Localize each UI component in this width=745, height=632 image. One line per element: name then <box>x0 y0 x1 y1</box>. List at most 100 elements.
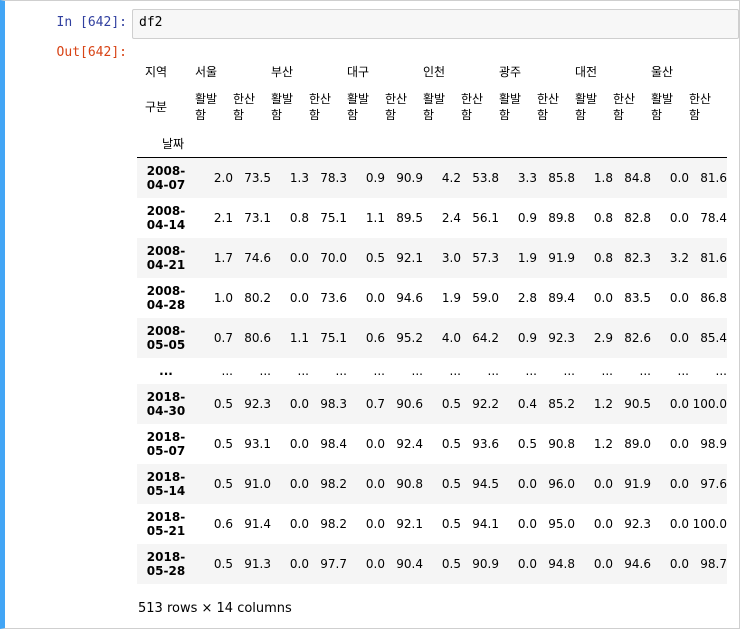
region-header: 인천 <box>423 64 446 79</box>
region-header: 부산 <box>271 64 294 79</box>
subcol-active-header-line2: 함 <box>499 108 511 122</box>
table-cell: 91.9 <box>548 250 575 265</box>
table-cell: 59.0 <box>472 290 499 305</box>
table-cell: 73.1 <box>244 210 271 225</box>
subcol-quiet-header-line1: 한산 <box>689 92 712 106</box>
table-cell: 70.0 <box>320 250 347 265</box>
subcol-active-header: 활발 함 <box>271 85 309 129</box>
table-cell: 0.5 <box>213 476 233 491</box>
table-cell: ... <box>677 363 689 378</box>
table-cell: 75.1 <box>320 210 347 225</box>
table-cell: 0.5 <box>441 476 461 491</box>
table-cell: 0.5 <box>517 436 537 451</box>
table-cell: ... <box>563 363 575 378</box>
table-cell: 93.1 <box>244 436 271 451</box>
table-cell: 0.0 <box>669 330 689 345</box>
table-cell: 0.0 <box>289 556 309 571</box>
table-cell: 0.0 <box>365 516 385 531</box>
header-row-index-name: 날짜 <box>137 129 727 158</box>
subcol-active-header-line2: 함 <box>347 108 359 122</box>
table-cell: 0.0 <box>365 436 385 451</box>
date-part: 2008- <box>146 203 186 218</box>
table-cell: 97.6 <box>700 476 727 491</box>
notebook-cell[interactable]: In [642]: df2 Out[642]: 지역 서울 부산 대구 인천 광주 대전 울… <box>0 0 740 629</box>
table-cell: 78.3 <box>320 170 347 185</box>
table-cell: 73.6 <box>320 290 347 305</box>
table-cell: 91.9 <box>624 476 651 491</box>
table-cell: 0.0 <box>669 476 689 491</box>
table-cell: 89.0 <box>624 436 651 451</box>
table-cell: 0.7 <box>213 330 233 345</box>
table-cell: 56.1 <box>472 210 499 225</box>
table-cell: 90.5 <box>624 396 651 411</box>
subcol-active-header-line2: 함 <box>575 108 587 122</box>
table-cell: 2.9 <box>593 330 613 345</box>
table-cell: ... <box>715 363 727 378</box>
table-cell: 90.4 <box>396 556 423 571</box>
table-cell: 0.9 <box>365 170 385 185</box>
table-cell: 0.5 <box>365 250 385 265</box>
table-cell: 98.7 <box>700 556 727 571</box>
table-cell: ... <box>259 363 271 378</box>
table-summary: 513 rows × 14 columns <box>138 601 292 616</box>
subcol-quiet-header-line2: 함 <box>689 108 701 122</box>
subcol-quiet-header: 한산 함 <box>309 85 347 129</box>
table-cell: 85.2 <box>548 396 575 411</box>
date-part: ... <box>159 363 173 378</box>
row-index-date: 2008- 04-28 <box>137 278 195 318</box>
empty-header <box>423 129 461 158</box>
subcol-active-header-line2: 함 <box>651 108 663 122</box>
table-cell: 1.9 <box>517 250 537 265</box>
table-cell: 90.9 <box>472 556 499 571</box>
table-cell: 0.0 <box>365 290 385 305</box>
table-cell: 98.2 <box>320 516 347 531</box>
table-cell: 1.0 <box>213 290 233 305</box>
table-cell: 100.0 <box>692 396 727 411</box>
table-cell: 0.0 <box>593 290 613 305</box>
subcol-active-header: 활발 함 <box>347 85 385 129</box>
date-part: 2018- <box>146 429 186 444</box>
table-cell: 92.3 <box>244 396 271 411</box>
subcol-quiet-header-line1: 한산 <box>461 92 484 106</box>
subcol-quiet-header-line1: 한산 <box>613 92 636 106</box>
empty-header <box>689 129 727 158</box>
date-part: 04-28 <box>146 297 186 312</box>
row-index-date: ... <box>137 358 195 384</box>
code-input[interactable]: df2 <box>132 9 739 39</box>
subcol-quiet-header-line1: 한산 <box>309 92 332 106</box>
table-cell: 97.7 <box>320 556 347 571</box>
subcol-active-header: 활발함 <box>499 85 537 129</box>
header-row-regions: 지역 서울 부산 대구 인천 광주 대전 울산 <box>137 57 727 85</box>
table-cell: 0.5 <box>441 516 461 531</box>
table-row: 2008- 04-28 1.0 80.2 0.0 73.6 0.0 94.6 1.9 59.0 2.… <box>137 278 727 318</box>
table-row: 2018- 05-28 0.5 91.3 0.0 97.7 0.0 90.4 0.5 90.9 0.… <box>137 543 727 584</box>
row-index-date: 2008- 05-05 <box>137 318 195 358</box>
subcol-active-header: 활발 함 <box>575 85 613 129</box>
table-cell: 80.2 <box>244 290 271 305</box>
table-cell: 92.3 <box>624 516 651 531</box>
table-cell: 1.7 <box>213 250 233 265</box>
table-row: 2018- 04-30 0.5 92.3 0.0 98.3 0.7 90.6 0.5 92.2 0.… <box>137 383 727 424</box>
empty-header <box>271 129 309 158</box>
table-cell: 0.0 <box>669 516 689 531</box>
empty-header <box>461 129 499 158</box>
table-cell: 75.1 <box>320 330 347 345</box>
empty-header <box>499 129 537 158</box>
subcol-active-header: 활발 함 <box>651 85 689 129</box>
table-cell: 98.3 <box>320 396 347 411</box>
table-body: 2008- 04-07 2.0 73.5 1.3 78.3 0.9 90.9 4.2 53.8 3.… <box>137 157 727 584</box>
table-cell: 0.0 <box>669 436 689 451</box>
subcol-quiet-header: 한산 함 <box>537 85 575 129</box>
table-cell: 0.0 <box>365 476 385 491</box>
date-part: 04-21 <box>146 257 186 272</box>
table-cell: ... <box>601 363 613 378</box>
table-cell: 90.8 <box>396 476 423 491</box>
table-cell: 98.9 <box>700 436 727 451</box>
table-cell: 83.5 <box>624 290 651 305</box>
table-cell: 0.8 <box>593 250 613 265</box>
table-row: 2018- 05-21 0.6 91.4 0.0 98.2 0.0 92.1 0.5 94.1 0.… <box>137 504 727 544</box>
table-cell: 0.0 <box>517 476 537 491</box>
table-cell: 96.0 <box>548 476 575 491</box>
table-cell: 92.4 <box>396 436 423 451</box>
subcol-active-header-line1: 활발 <box>499 92 522 106</box>
